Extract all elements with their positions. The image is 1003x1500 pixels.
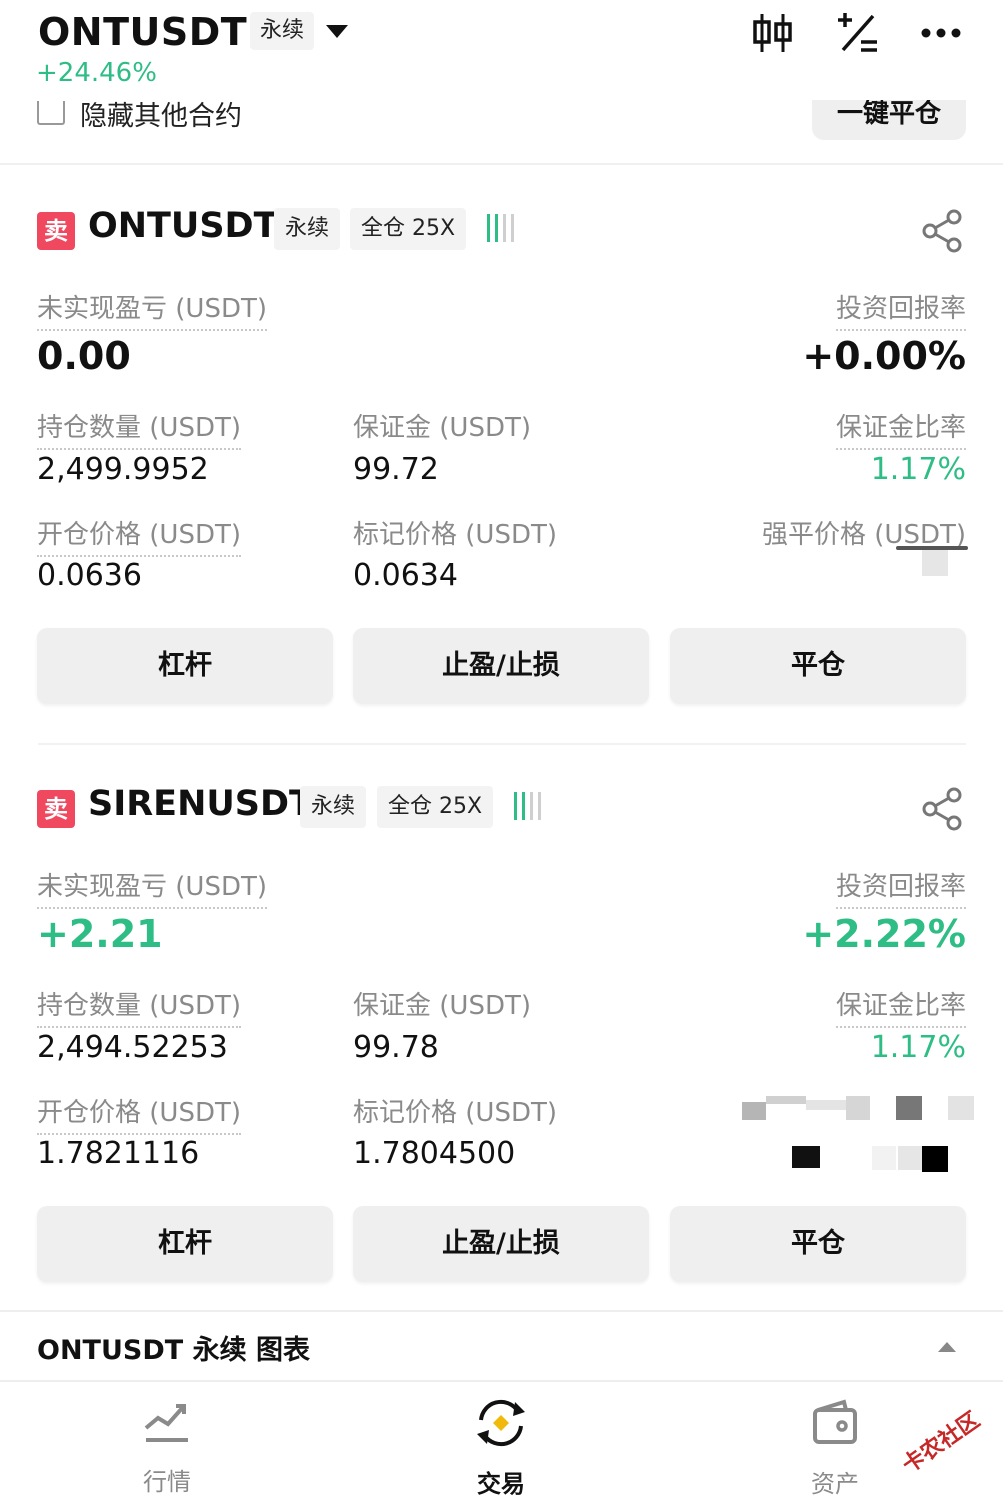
more-icon[interactable] bbox=[918, 10, 964, 56]
candlestick-icon[interactable] bbox=[750, 10, 796, 56]
top-header: ONTUSDT 永续 +24.46% 隐藏其他合约 一键平仓 bbox=[0, 0, 1003, 165]
position-size-label[interactable]: 持仓数量 (USDT) bbox=[37, 985, 241, 1028]
nav-label-trade: 交易 bbox=[477, 1470, 525, 1498]
liquidation-price-redacted-block bbox=[922, 550, 948, 576]
unrealized-pnl-label[interactable]: 未实现盈亏 (USDT) bbox=[37, 288, 267, 331]
header-symbol[interactable]: ONTUSDT bbox=[38, 10, 247, 54]
chart-toggle-bar[interactable]: ONTUSDT 永续 图表 bbox=[0, 1310, 1003, 1382]
roe-value: +2.22% bbox=[802, 912, 966, 956]
position-card: 卖 SIRENUSDT 永续 全仓 25X 未实现盈亏 (USDT) 投资回报率… bbox=[0, 784, 1003, 1290]
position-margin-tag: 全仓 25X bbox=[350, 208, 467, 250]
position-card: 卖 ONTUSDT 永续 全仓 25X 未实现盈亏 (USDT) 投资回报率 0… bbox=[0, 206, 1003, 712]
entry-price-value: 1.7821116 bbox=[37, 1136, 200, 1171]
nav-item-assets[interactable]: 资产 bbox=[775, 1398, 895, 1499]
entry-price-label[interactable]: 开仓价格 (USDT) bbox=[37, 1092, 241, 1135]
leverage-button[interactable]: 杠杆 bbox=[37, 628, 333, 704]
hide-other-checkbox[interactable] bbox=[37, 101, 65, 125]
roe-label[interactable]: 投资回报率 bbox=[835, 288, 966, 331]
margin-label: 保证金 (USDT) bbox=[353, 413, 531, 443]
tp-sl-button[interactable]: 止盈/止损 bbox=[353, 628, 649, 704]
nav-item-market[interactable]: 行情 bbox=[107, 1398, 227, 1497]
symbol-dropdown-icon[interactable] bbox=[326, 25, 348, 38]
close-position-button[interactable]: 平仓 bbox=[670, 628, 966, 704]
margin-ratio-label[interactable]: 保证金比率 bbox=[835, 407, 966, 450]
margin-ratio-value: 1.17% bbox=[870, 1030, 966, 1065]
unrealized-pnl-value: 0.00 bbox=[37, 334, 131, 378]
close-position-button[interactable]: 平仓 bbox=[670, 1206, 966, 1282]
header-contract-tag: 永续 bbox=[250, 12, 315, 50]
card-divider bbox=[38, 743, 966, 745]
share-icon[interactable] bbox=[920, 786, 966, 832]
hide-other-label: 隐藏其他合约 bbox=[80, 101, 242, 128]
roe-value: +0.00% bbox=[802, 334, 966, 378]
position-symbol[interactable]: SIRENUSDT bbox=[88, 784, 313, 824]
market-chart-icon bbox=[144, 1404, 188, 1442]
unrealized-pnl-value: +2.21 bbox=[37, 912, 163, 956]
margin-ratio-label[interactable]: 保证金比率 bbox=[835, 985, 966, 1028]
mark-price-label: 标记价格 (USDT) bbox=[353, 520, 557, 550]
mark-price-label: 标记价格 (USDT) bbox=[353, 1098, 557, 1128]
header-price-change: +24.46% bbox=[36, 58, 157, 88]
roe-label[interactable]: 投资回报率 bbox=[835, 866, 966, 909]
trade-swap-icon bbox=[477, 1399, 525, 1447]
margin-value: 99.78 bbox=[353, 1030, 439, 1065]
nav-label-market: 行情 bbox=[143, 1468, 191, 1496]
position-margin-tag: 全仓 25X bbox=[377, 786, 494, 828]
margin-ratio-value: 1.17% bbox=[870, 452, 966, 487]
position-type-tag: 永续 bbox=[300, 786, 367, 828]
mark-price-value: 1.7804500 bbox=[353, 1136, 516, 1171]
margin-label: 保证金 (USDT) bbox=[353, 991, 531, 1021]
margin-value: 99.72 bbox=[353, 452, 439, 487]
bottom-nav: 行情 交易 资产 bbox=[0, 1384, 1003, 1500]
side-badge-sell: 卖 bbox=[37, 212, 75, 250]
position-size-value: 2,494.52253 bbox=[37, 1030, 228, 1065]
chevron-up-icon[interactable] bbox=[938, 1342, 956, 1352]
tp-sl-button[interactable]: 止盈/止损 bbox=[353, 1206, 649, 1282]
wallet-icon bbox=[813, 1399, 857, 1444]
nav-item-trade[interactable]: 交易 bbox=[441, 1398, 561, 1499]
leverage-button[interactable]: 杠杆 bbox=[37, 1206, 333, 1282]
position-size-value: 2,499.9952 bbox=[37, 452, 209, 487]
nav-label-assets: 资产 bbox=[811, 1470, 859, 1498]
position-type-tag: 永续 bbox=[274, 208, 341, 250]
close-all-button[interactable]: 一键平仓 bbox=[812, 100, 966, 140]
mark-price-value: 0.0634 bbox=[353, 558, 458, 593]
calculator-icon[interactable] bbox=[835, 10, 881, 56]
adl-indicator-icon bbox=[514, 792, 541, 820]
share-icon[interactable] bbox=[920, 208, 966, 254]
entry-price-value: 0.0636 bbox=[37, 558, 142, 593]
unrealized-pnl-label[interactable]: 未实现盈亏 (USDT) bbox=[37, 866, 267, 909]
position-size-label[interactable]: 持仓数量 (USDT) bbox=[37, 407, 241, 450]
side-badge-sell: 卖 bbox=[37, 790, 75, 828]
adl-indicator-icon bbox=[487, 214, 514, 242]
chart-bar-label: ONTUSDT 永续 图表 bbox=[37, 1335, 310, 1366]
entry-price-label[interactable]: 开仓价格 (USDT) bbox=[37, 514, 241, 557]
position-symbol[interactable]: ONTUSDT bbox=[88, 206, 277, 246]
